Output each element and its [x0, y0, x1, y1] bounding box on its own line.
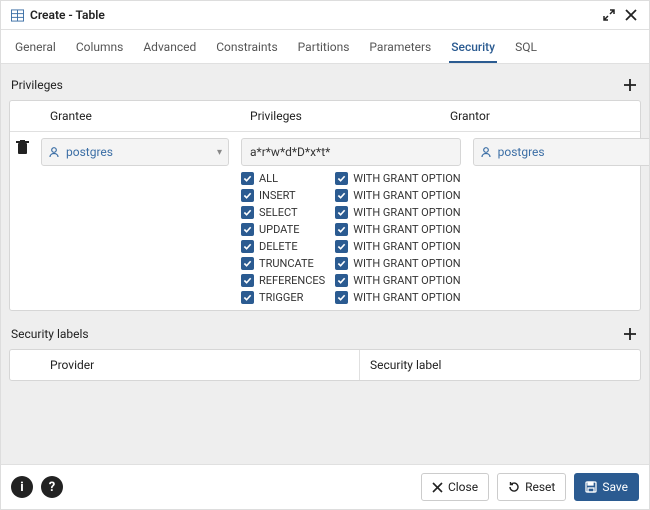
- close-icon[interactable]: [623, 7, 639, 23]
- wgo-delete[interactable]: WITH GRANT OPTION: [335, 240, 460, 253]
- tab-partitions[interactable]: Partitions: [296, 36, 352, 63]
- table-icon: [11, 9, 24, 22]
- priv-update[interactable]: UPDATE: [241, 223, 325, 236]
- tab-parameters[interactable]: Parameters: [367, 36, 433, 63]
- tab-general[interactable]: General: [13, 36, 58, 63]
- tab-security[interactable]: Security: [449, 36, 497, 63]
- priv-all[interactable]: ALL: [241, 172, 325, 185]
- priv-select[interactable]: SELECT: [241, 206, 325, 219]
- priv-delete[interactable]: DELETE: [241, 240, 325, 253]
- wgo-select[interactable]: WITH GRANT OPTION: [335, 206, 460, 219]
- wgo-all[interactable]: WITH GRANT OPTION: [335, 172, 460, 185]
- col-provider: Provider: [40, 350, 360, 380]
- tabs: General Columns Advanced Constraints Par…: [1, 30, 649, 64]
- privileges-title: Privileges: [11, 78, 621, 92]
- grantee-select[interactable]: postgres ▾: [41, 138, 229, 166]
- chevron-down-icon: ▾: [217, 147, 222, 158]
- privileges-panel: Grantee Privileges Grantor postgres ▾ a*…: [9, 100, 641, 311]
- info-button[interactable]: i: [11, 476, 33, 498]
- reset-button[interactable]: Reset: [497, 473, 566, 501]
- expand-icon[interactable]: [601, 7, 617, 23]
- tab-sql[interactable]: SQL: [513, 36, 539, 63]
- save-button[interactable]: Save: [574, 473, 639, 501]
- save-icon: [585, 481, 597, 493]
- grantee-value: postgres: [66, 145, 113, 159]
- priv-truncate[interactable]: TRUNCATE: [241, 257, 325, 270]
- delete-row-button[interactable]: [10, 132, 35, 162]
- wgo-trigger[interactable]: WITH GRANT OPTION: [335, 291, 460, 304]
- tab-advanced[interactable]: Advanced: [141, 36, 198, 63]
- close-button[interactable]: Close: [421, 473, 489, 501]
- priv-insert[interactable]: INSERT: [241, 189, 325, 202]
- priv-trigger[interactable]: TRIGGER: [241, 291, 325, 304]
- privileges-summary[interactable]: a*r*w*d*D*x*t*: [241, 138, 461, 166]
- help-button[interactable]: ?: [41, 476, 63, 498]
- user-icon: [480, 146, 492, 158]
- add-privilege-button[interactable]: [621, 76, 639, 94]
- reset-icon: [508, 481, 520, 493]
- wgo-truncate[interactable]: WITH GRANT OPTION: [335, 257, 460, 270]
- col-grantor: Grantor: [440, 101, 640, 131]
- grantor-value: postgres: [498, 145, 545, 159]
- user-icon: [48, 146, 60, 158]
- window-title: Create - Table: [30, 8, 595, 22]
- tab-constraints[interactable]: Constraints: [214, 36, 279, 63]
- col-security-label: Security label: [360, 350, 640, 380]
- wgo-update[interactable]: WITH GRANT OPTION: [335, 223, 460, 236]
- add-security-label-button[interactable]: [621, 325, 639, 343]
- wgo-insert[interactable]: WITH GRANT OPTION: [335, 189, 460, 202]
- security-labels-title: Security labels: [11, 327, 621, 341]
- col-grantee: Grantee: [40, 101, 240, 131]
- grantor-display: postgres: [473, 138, 649, 166]
- col-privileges: Privileges: [240, 101, 440, 131]
- privilege-row: postgres ▾ a*r*w*d*D*x*t* ALL INSERT SELEC…: [10, 132, 640, 310]
- tab-columns[interactable]: Columns: [74, 36, 126, 63]
- wgo-references[interactable]: WITH GRANT OPTION: [335, 274, 460, 287]
- priv-references[interactable]: REFERENCES: [241, 274, 325, 287]
- close-icon: [432, 482, 443, 493]
- security-labels-panel: Provider Security label: [9, 349, 641, 381]
